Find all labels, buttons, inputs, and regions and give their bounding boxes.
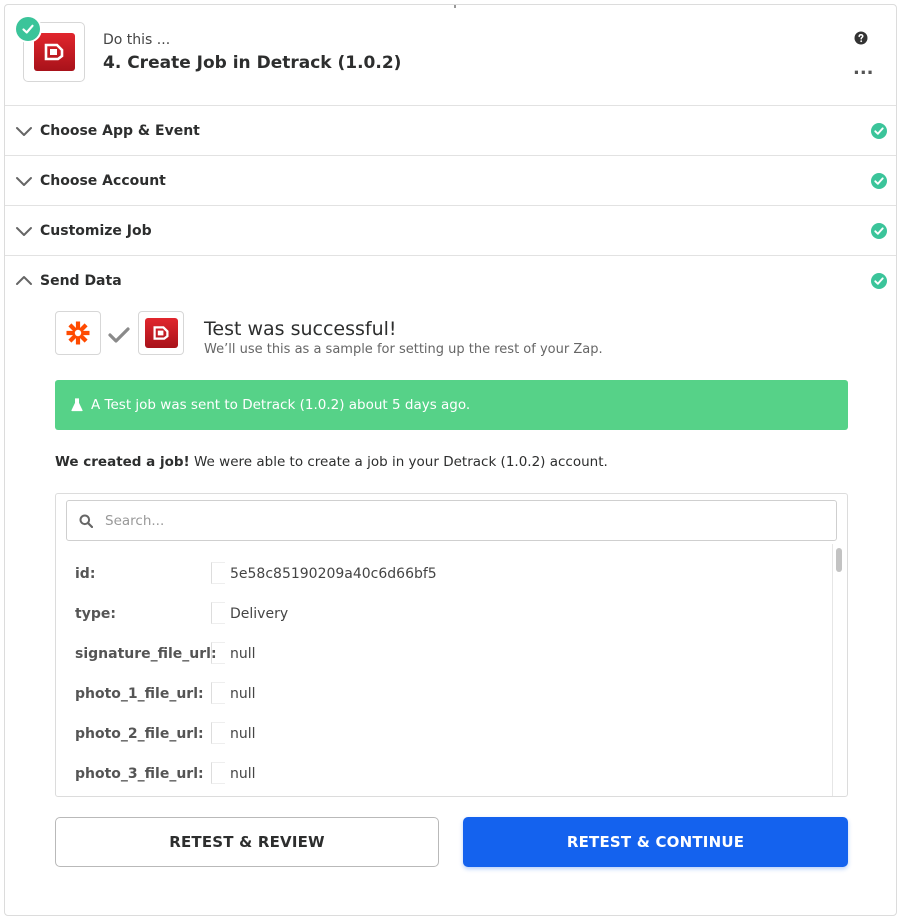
created-message-rest: We were able to create a job in your Det… — [189, 454, 608, 470]
field-divider — [211, 562, 225, 584]
detrack-logo-icon — [33, 33, 75, 71]
check-circle-icon — [871, 223, 887, 239]
banner-text: A Test job was sent to Detrack (1.0.2) a… — [91, 397, 471, 413]
field-key: type: — [75, 606, 116, 622]
section-customize-job[interactable]: Customize Job — [5, 206, 896, 256]
field-value: Delivery — [230, 606, 289, 622]
section-label: Customize Job — [40, 223, 152, 239]
section-label: Choose App & Event — [40, 123, 200, 139]
test-sent-banner: A Test job was sent to Detrack (1.0.2) a… — [55, 380, 848, 430]
created-message: We created a job! We were able to create… — [55, 454, 608, 470]
search-input[interactable] — [103, 511, 803, 530]
field-divider — [211, 642, 225, 664]
field-value: null — [230, 646, 256, 662]
zapier-app-tile — [55, 311, 101, 355]
section-choose-account[interactable]: Choose Account — [5, 156, 896, 206]
checkmark-icon — [108, 327, 130, 343]
chevron-up-icon — [16, 276, 32, 285]
field-value: null — [230, 766, 256, 782]
retest-review-button[interactable]: RETEST & REVIEW — [55, 817, 439, 867]
result-row: type: Delivery — [75, 599, 815, 629]
result-row: signature_file_url: null — [75, 639, 815, 669]
result-row: photo_1_file_url: null — [75, 679, 815, 709]
detrack-app-tile-small — [138, 311, 184, 355]
created-message-bold: We created a job! — [55, 454, 190, 470]
help-icon[interactable] — [854, 31, 868, 45]
result-row: photo_2_file_url: null — [75, 719, 815, 749]
check-circle-icon — [871, 173, 887, 189]
field-divider — [211, 762, 225, 784]
zapier-asterisk-icon — [66, 321, 90, 345]
scrollbar-track[interactable] — [832, 544, 846, 796]
more-options-icon[interactable]: ... — [853, 60, 874, 78]
chevron-down-icon — [16, 127, 32, 136]
retest-continue-button[interactable]: RETEST & CONTINUE — [463, 817, 848, 867]
send-data-panel: Test was successful! We’ll use this as a… — [5, 306, 896, 915]
step-prefix: Do this ... — [103, 32, 171, 48]
field-key: id: — [75, 566, 96, 582]
test-result-panel: id: 5e58c85190209a40c6d66bf5 type: Deliv… — [55, 493, 848, 797]
flask-icon — [71, 398, 83, 412]
success-title: Test was successful! — [204, 318, 397, 340]
section-send-data[interactable]: Send Data — [5, 256, 896, 306]
step-title: 4. Create Job in Detrack (1.0.2) — [103, 53, 402, 73]
check-circle-icon — [871, 273, 887, 289]
chevron-down-icon — [16, 177, 32, 186]
field-value: null — [230, 726, 256, 742]
check-circle-icon — [871, 123, 887, 139]
field-divider — [211, 722, 225, 744]
step-complete-icon — [14, 15, 42, 43]
search-icon — [79, 514, 93, 528]
step-card: Do this ... 4. Create Job in Detrack (1.… — [4, 4, 897, 916]
field-key: signature_file_url: — [75, 646, 217, 662]
chevron-down-icon — [16, 227, 32, 236]
result-row: id: 5e58c85190209a40c6d66bf5 — [75, 559, 815, 589]
section-label: Send Data — [40, 273, 122, 289]
success-subtitle: We’ll use this as a sample for setting u… — [204, 342, 603, 357]
field-key: photo_1_file_url: — [75, 686, 204, 702]
search-field[interactable] — [66, 500, 837, 541]
field-divider — [211, 682, 225, 704]
detrack-logo-icon — [144, 318, 178, 348]
field-value: 5e58c85190209a40c6d66bf5 — [230, 566, 437, 582]
field-key: photo_3_file_url: — [75, 766, 204, 782]
section-label: Choose Account — [40, 173, 166, 189]
scrollbar-thumb[interactable] — [836, 548, 842, 572]
step-header[interactable]: Do this ... 4. Create Job in Detrack (1.… — [5, 5, 896, 106]
section-choose-app-event[interactable]: Choose App & Event — [5, 106, 896, 156]
field-key: photo_2_file_url: — [75, 726, 204, 742]
field-value: null — [230, 686, 256, 702]
result-row: photo_3_file_url: null — [75, 759, 815, 789]
field-divider — [211, 602, 225, 624]
